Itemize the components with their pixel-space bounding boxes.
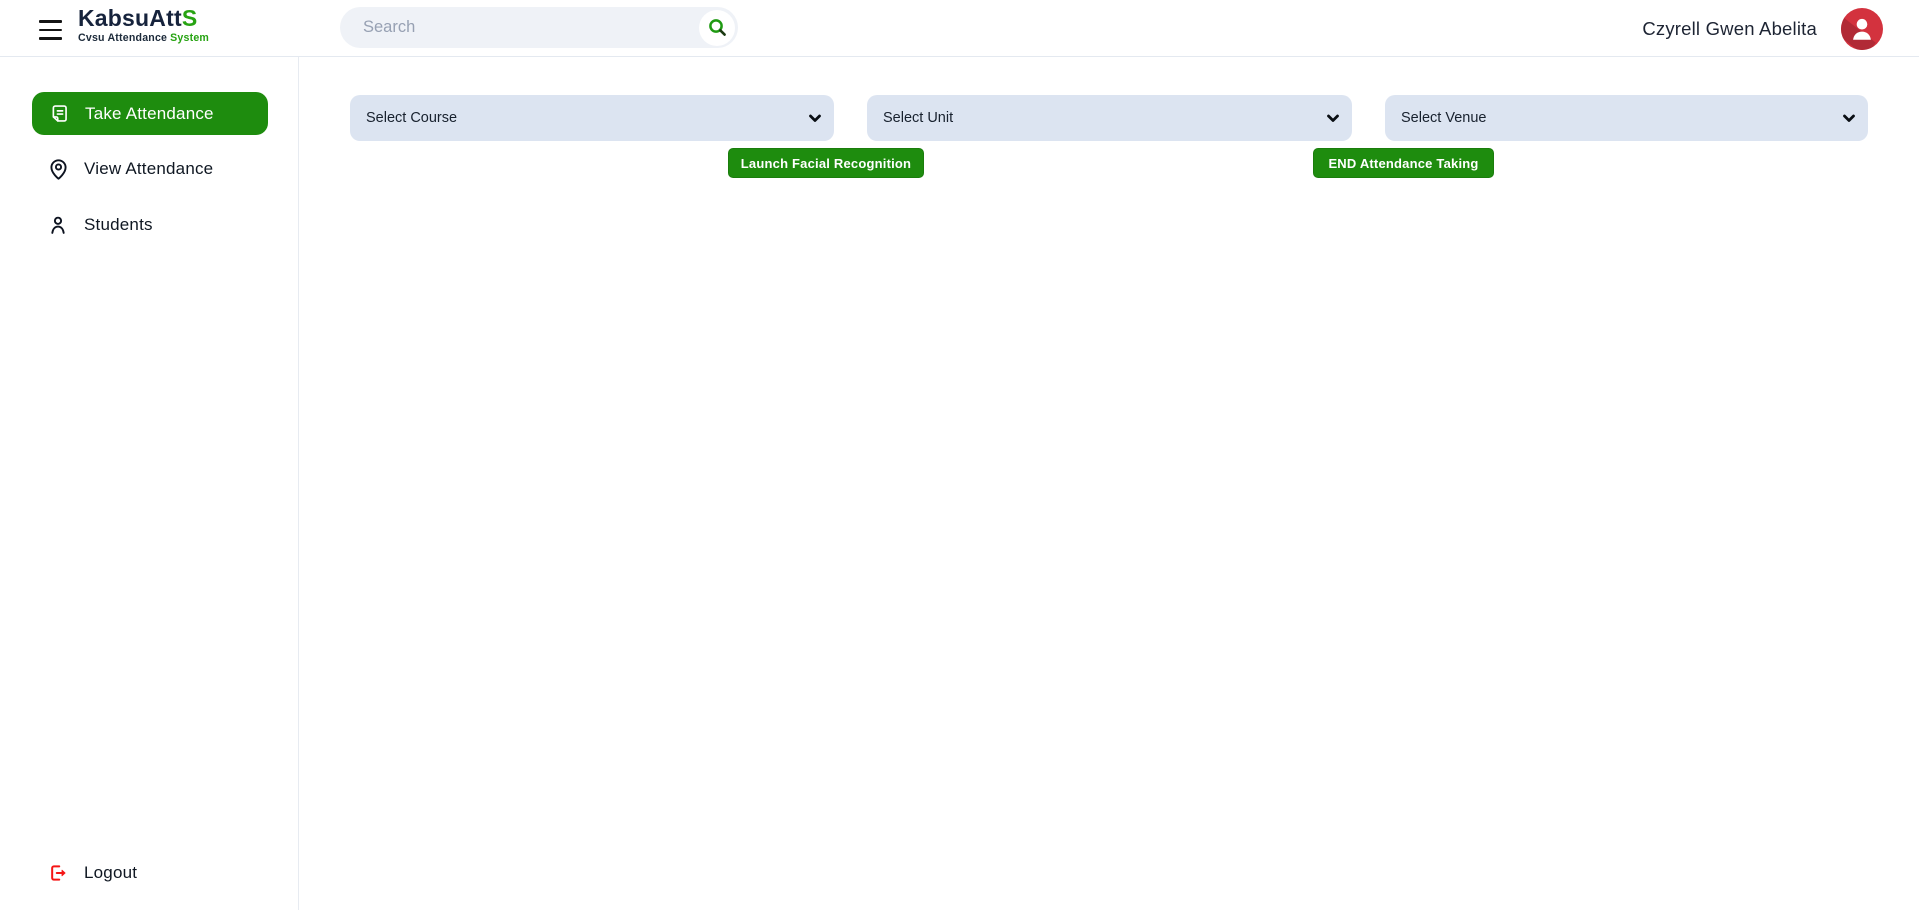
hamburger-icon (39, 20, 62, 23)
brand-tagline: Cvsu AttendanceSystem (78, 33, 209, 44)
brand-accent: S (182, 5, 198, 31)
sidebar-item-logout[interactable]: Logout (46, 855, 137, 891)
sidebar-item-label: Take Attendance (85, 104, 214, 124)
sidebar-item-label: Logout (84, 863, 137, 883)
hamburger-icon (39, 37, 62, 40)
brand-title: KabsuAttS (78, 7, 209, 30)
sidebar-item-view-attendance[interactable]: View Attendance (46, 151, 213, 187)
venue-select-wrap: Select Venue (1385, 95, 1868, 141)
file-text-icon (47, 102, 71, 126)
search-icon (707, 17, 728, 38)
search-input[interactable] (340, 7, 692, 48)
user-name: Czyrell Gwen Abelita (1642, 18, 1817, 40)
search-button[interactable] (699, 10, 735, 46)
sidebar-item-take-attendance[interactable]: Take Attendance (32, 92, 268, 135)
user-area: Czyrell Gwen Abelita (1642, 0, 1883, 57)
launch-facial-recognition-button[interactable]: Launch Facial Recognition (728, 148, 924, 178)
app-root: KabsuAttS Cvsu AttendanceSystem Czyrell … (0, 0, 1919, 910)
brand-main: KabsuAtt (78, 5, 182, 31)
sidebar-item-label: View Attendance (84, 159, 213, 179)
sidebar: Take Attendance View Attendance Students (0, 57, 299, 910)
hamburger-icon (39, 29, 62, 32)
venue-select[interactable]: Select Venue (1385, 95, 1868, 141)
person-outline-icon (46, 213, 70, 237)
menu-toggle-button[interactable] (39, 20, 62, 40)
sidebar-item-label: Students (84, 215, 153, 235)
map-pin-icon (46, 157, 70, 181)
course-select[interactable]: Select Course (350, 95, 834, 141)
app-logo: KabsuAttS Cvsu AttendanceSystem (78, 7, 209, 44)
tagline-accent: System (170, 32, 209, 44)
sidebar-item-students[interactable]: Students (46, 207, 153, 243)
unit-select[interactable]: Select Unit (867, 95, 1352, 141)
avatar[interactable] (1841, 8, 1883, 50)
top-bar: KabsuAttS Cvsu AttendanceSystem Czyrell … (0, 0, 1919, 57)
tagline-main: Cvsu Attendance (78, 32, 167, 44)
end-attendance-taking-button[interactable]: END Attendance Taking (1313, 148, 1494, 178)
course-select-wrap: Select Course (350, 95, 834, 141)
unit-select-wrap: Select Unit (867, 95, 1352, 141)
logout-icon (46, 861, 70, 885)
search-bar (340, 7, 738, 48)
